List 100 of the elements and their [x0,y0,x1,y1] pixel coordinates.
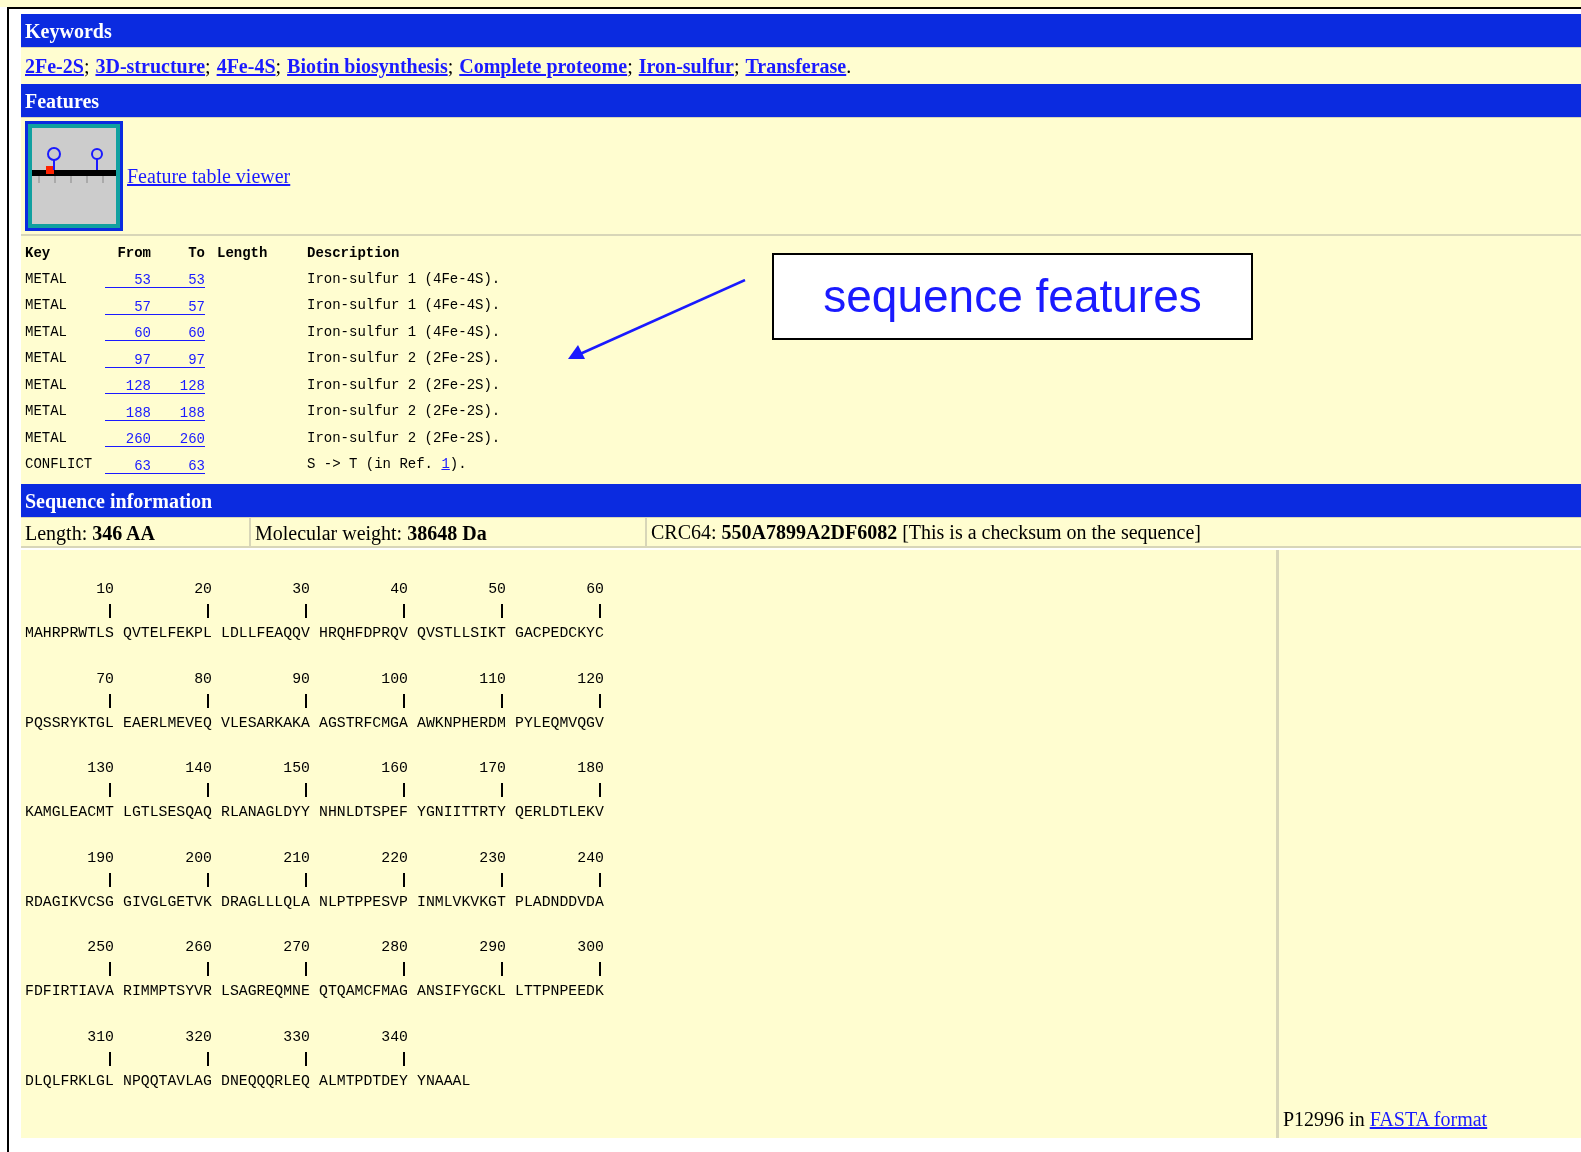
separator-text: ; [83,54,90,79]
position-number: 90 [291,669,310,689]
sequence-group: PLADNDDVDA [515,890,613,913]
tick-mark [109,783,111,798]
column-header: Description [307,243,400,263]
sequence-group: LDLLFEAQQV [221,622,319,644]
tick-mark [403,604,405,618]
tick-mark [599,693,601,708]
position-number: 10 [95,580,114,599]
position-number: 50 [487,580,506,599]
sequence-group: ALMTPDTDEY [319,1069,417,1092]
sequence-group: AWKNPHERDM [417,711,515,734]
keyword-link[interactable]: Iron-sulfur [638,51,734,81]
separator-text: ; [205,54,211,79]
position-number: 300 [576,938,604,958]
tick-mark [599,783,601,798]
feature-key: METAL [25,321,105,343]
keyword-link[interactable]: 2Fe-2S [25,51,84,81]
tick-mark [403,962,405,977]
tick-mark [305,962,307,977]
feature-viewer-link[interactable]: Feature table viewer [127,161,291,191]
feature-key: METAL [25,401,105,423]
sequence-group: LGTLSESQAQ [123,801,221,824]
tick-mark [109,1051,111,1066]
position-number: 20 [193,580,212,599]
fasta-text: P12996 in [1283,1107,1366,1132]
keyword-link[interactable]: Biotin biosynthesis [287,51,448,81]
position-number: 250 [86,938,114,958]
sequence-group: GACPEDCKYC [515,622,613,644]
tick-mark [599,604,601,618]
position-link[interactable]: 57 [151,296,205,314]
position-link[interactable]: 188 [151,402,205,420]
tick-mark [109,962,111,977]
feature-description: Iron-sulfur 2 (2Fe-2S). [307,375,501,395]
column-header: Key [25,243,52,263]
position-number: 320 [184,1027,212,1047]
position-number: 210 [282,848,310,868]
tick-mark [501,693,503,708]
position-number: 100 [380,669,408,689]
sequence-group: GIVGLGETVK [123,890,221,913]
position-number: 280 [380,938,408,958]
position-number: 150 [282,759,310,779]
feature-description: Iron-sulfur 2 (2Fe-2S). [307,428,501,448]
position-number: 220 [380,848,408,868]
separator-text: ; [627,54,633,77]
feature-key: METAL [25,295,105,317]
keyword-link[interactable]: Complete proteome [459,51,628,81]
separator-text: . [846,54,852,79]
column-header: Length [217,243,269,263]
position-number: 310 [86,1027,114,1047]
molecular-weight-text: Molecular weight: 38648 Da [251,518,647,546]
sequence-group: YNAAAL [417,1069,515,1092]
position-link[interactable]: 188 [105,402,151,420]
column-header: From [116,243,151,263]
tick-mark [207,604,209,618]
tick-mark [305,872,307,887]
tick-mark [403,783,405,798]
sequence-group: MAHRPRWTLS [25,622,123,644]
sequence-group: DNEQQQRLEQ [221,1069,319,1092]
position-link[interactable]: 63 [105,455,151,473]
keyword-link[interactable]: 4Fe-4S [216,51,276,81]
sequence-group: QTQAMCFMAG [319,980,417,1003]
sequence-group: AGSTRFCMGA [319,711,417,734]
position-number: 200 [184,848,212,868]
sequence-group: YGNIITTRTY [417,801,515,824]
feature-key: METAL [25,427,105,449]
feature-key: METAL [25,268,105,290]
position-number: 270 [282,938,310,958]
feature-description: Iron-sulfur 1 (4Fe-4S). [307,269,501,289]
position-number: 260 [184,938,212,958]
position-link[interactable]: 128 [105,376,151,394]
tick-mark [599,872,601,887]
position-number: 190 [86,848,114,868]
position-number: 160 [380,759,408,779]
position-link[interactable]: 60 [151,323,205,341]
keyword-link[interactable]: Transferase [745,51,847,81]
position-link[interactable]: 97 [105,349,151,367]
position-link[interactable]: 53 [151,270,205,288]
position-link[interactable]: 53 [105,270,151,288]
keyword-link[interactable]: 3D-structure [95,51,206,81]
position-link[interactable]: 97 [151,349,205,367]
reference-link[interactable]: 1 [441,454,450,476]
position-link[interactable]: 63 [151,455,205,473]
fasta-link[interactable]: FASTA format [1369,1104,1488,1134]
feature-viewer-icon[interactable] [25,121,123,231]
sequence-group: LTTPNPEEDK [515,980,613,1003]
sequence-group: NHNLDTSPEF [319,801,417,824]
position-link[interactable]: 260 [151,429,205,447]
position-number: 340 [380,1027,408,1047]
sequence-group: NLPTPPESVP [319,890,417,913]
feature-description: Iron-sulfur 1 (4Fe-4S). [307,322,501,342]
position-number: 70 [95,669,114,689]
position-link[interactable]: 57 [105,296,151,314]
position-link[interactable]: 260 [105,429,151,447]
tick-mark [109,693,111,708]
position-link[interactable]: 128 [151,376,205,394]
position-link[interactable]: 60 [105,323,151,341]
tick-mark [403,872,405,887]
feature-description: S -> T (in Ref. [307,455,435,475]
position-number: 140 [184,759,212,779]
